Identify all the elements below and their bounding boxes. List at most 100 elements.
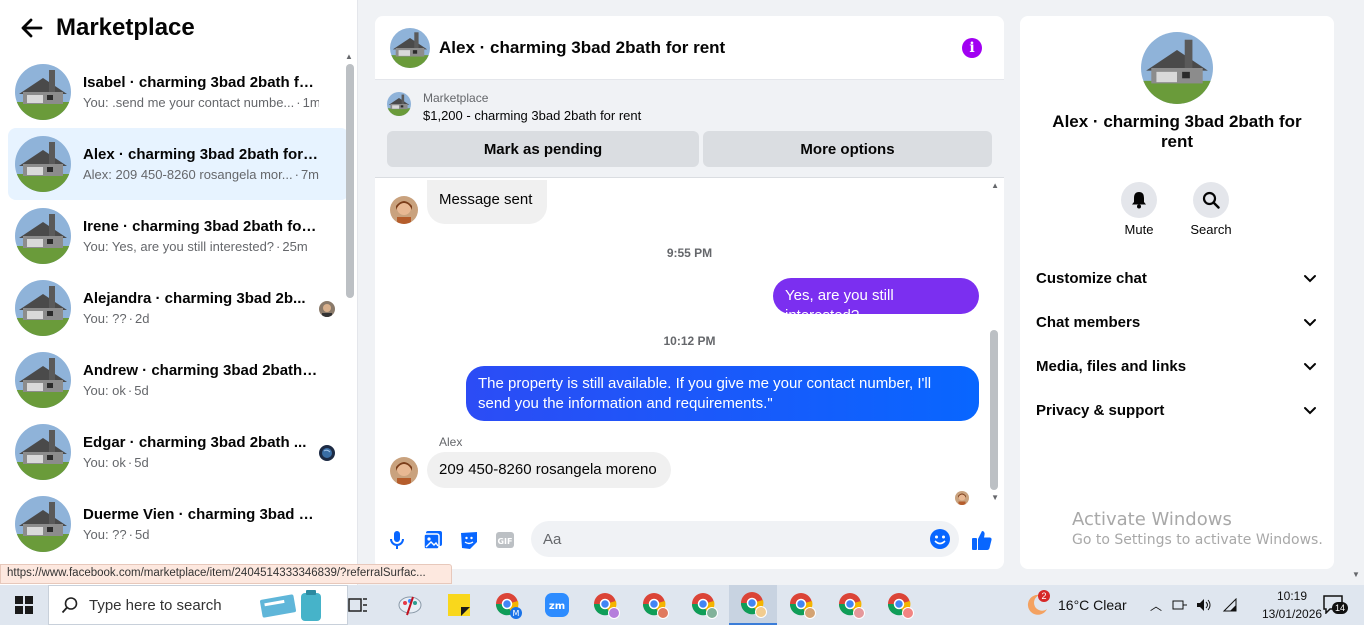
seen-avatar [319,301,335,317]
chat-members-section[interactable]: Chat members [1036,302,1318,342]
conversation-item[interactable]: Alejandra · charming 3bad 2b... You: ?? ·… [8,272,349,344]
sidebar-header: Marketplace [0,0,357,56]
weather-moon-icon: 2 [1024,590,1050,618]
svg-text:GIF: GIF [497,537,512,546]
conversation-item[interactable]: Irene · charming 3bad 2bath for ... You:… [8,200,349,272]
mute-label: Mute [1124,222,1154,237]
timestamp: 10:12 PM [663,334,716,348]
clock-time: 10:19 [1276,589,1308,603]
clock-date: 13/01/2026 [1262,607,1323,621]
network-icon[interactable] [1172,598,1188,612]
contact-avatar[interactable] [390,196,418,224]
search-icon[interactable] [1193,182,1229,218]
chat-header: Alex · charming 3bad 2bath for rent i [375,16,1004,80]
more-options-button[interactable]: More options [703,131,992,167]
search-highlight-icon [260,590,321,621]
svg-text:M: M [513,609,520,618]
listing-thumbnail [15,496,71,552]
listing-thumbnail [15,208,71,264]
chat-pane: Alex · charming 3bad 2bath for rent i Ma… [375,16,1004,569]
message-input[interactable] [531,521,911,557]
paint-app-icon[interactable] [386,585,434,625]
listing-thumbnail [15,64,71,120]
customize-chat-section[interactable]: Customize chat [1036,258,1318,298]
like-thumb-icon[interactable] [971,529,993,551]
sidebar-title: Marketplace [56,14,195,41]
conversation-item[interactable]: Isabel · charming 3bad 2bath fo... You: … [8,56,349,128]
task-view-icon[interactable] [334,585,382,625]
watermark-line1: Activate Windows [1072,509,1232,530]
chrome-profile-icon[interactable] [631,585,679,625]
conversation-item[interactable]: Edgar · charming 3bad 2bath ... You: ok ·… [8,416,349,488]
photo-icon[interactable] [423,530,443,550]
emoji-icon[interactable] [929,528,951,550]
microphone-icon[interactable] [387,530,407,550]
scroll-down-arrow-icon[interactable]: ▼ [991,493,999,502]
listing-thumbnail[interactable] [390,27,430,68]
seen-avatar [319,445,335,461]
windows-start-icon[interactable] [0,585,48,625]
mark-as-pending-button[interactable]: Mark as pending [387,131,699,167]
chrome-profile-icon-active[interactable] [729,585,777,625]
section-label: Privacy & support [1036,401,1165,419]
bell-icon[interactable] [1121,182,1157,218]
message-bubble-outgoing: The property is still available. If you … [466,366,979,421]
conversation-name: Alex · charming 3bad 2bath for r... [83,145,319,163]
page-scroll-down-arrow-icon[interactable]: ▼ [1352,570,1360,579]
taskbar-search-box[interactable]: Type here to search [48,585,348,625]
chevron-down-icon [1304,275,1316,283]
chevron-up-icon[interactable]: ︿ [1150,597,1162,614]
notification-center-icon[interactable]: 14 [1322,585,1349,625]
section-label: Media, files and links [1036,357,1187,375]
sticker-icon[interactable] [459,530,479,550]
chrome-profile-icon[interactable] [582,585,630,625]
listing-title[interactable]: $1,200 - charming 3bad 2bath for rent [423,106,641,126]
weather-widget[interactable]: 2 16°C Clear [1024,585,1127,625]
conversation-time: 2d [134,310,150,326]
conversation-time: 1m [302,94,319,110]
conversation-item[interactable]: Andrew · charming 3bad 2bath f... You: o… [8,344,349,416]
volume-icon[interactable] [1196,598,1212,612]
listing-thumbnail[interactable] [387,92,411,116]
media-files-links-section[interactable]: Media, files and links [1036,346,1318,386]
chat-title[interactable]: Alex · charming 3bad 2bath for rent [439,38,725,58]
chrome-profile-icon[interactable] [778,585,826,625]
wifi-icon[interactable] [1222,598,1238,612]
conversation-name: Alejandra · charming 3bad 2b... [83,289,306,307]
chrome-profile-icon[interactable] [680,585,728,625]
message-list: ▲ ▼ Message sent 9:55 PM Yes, are you st… [375,178,1004,506]
scroll-up-arrow-icon[interactable]: ▲ [345,52,353,61]
conversation-snippet: You: ok [83,382,126,398]
info-icon[interactable]: i [962,38,982,58]
zoom-app-icon[interactable]: zm [533,585,581,625]
timestamp: 9:55 PM [666,246,713,260]
conversation-name: Irene · charming 3bad 2bath for ... [83,217,319,235]
search-action[interactable]: Search [1181,182,1241,237]
system-tray: ︿ [1150,585,1238,625]
contact-avatar[interactable] [390,457,418,485]
listing-thumbnail [15,280,71,336]
taskbar-clock[interactable]: 10:19 13/01/2026 [1262,587,1322,623]
chrome-profile-icon[interactable] [876,585,924,625]
sticky-notes-icon[interactable] [435,585,483,625]
messages-scrollbar[interactable] [990,330,998,490]
back-arrow-icon[interactable] [18,14,46,42]
mute-action[interactable]: Mute [1109,182,1169,237]
conversation-snippet: You: ?? [83,310,127,326]
chrome-profile-icon[interactable] [827,585,875,625]
chrome-profile-m-icon[interactable]: M [484,585,532,625]
search-label: Search [1190,222,1232,237]
sidebar-scrollbar[interactable] [346,64,354,298]
conversation-item[interactable]: Duerme Vien · charming 3bad 2... You: ??… [8,488,349,560]
conversation-item-active[interactable]: Alex · charming 3bad 2bath for r... Alex… [8,128,349,200]
listing-avatar[interactable] [1141,32,1213,104]
chevron-down-icon [1304,319,1316,327]
conversation-time: 5d [134,454,149,470]
privacy-support-section[interactable]: Privacy & support [1036,390,1318,430]
message-input-box[interactable] [531,521,959,557]
weather-text: 16°C Clear [1058,597,1127,613]
conversation-snippet: You: ok [83,454,126,470]
chevron-down-icon [1304,407,1316,415]
gif-icon[interactable]: GIF [495,530,515,550]
scroll-up-arrow-icon[interactable]: ▲ [991,181,999,190]
